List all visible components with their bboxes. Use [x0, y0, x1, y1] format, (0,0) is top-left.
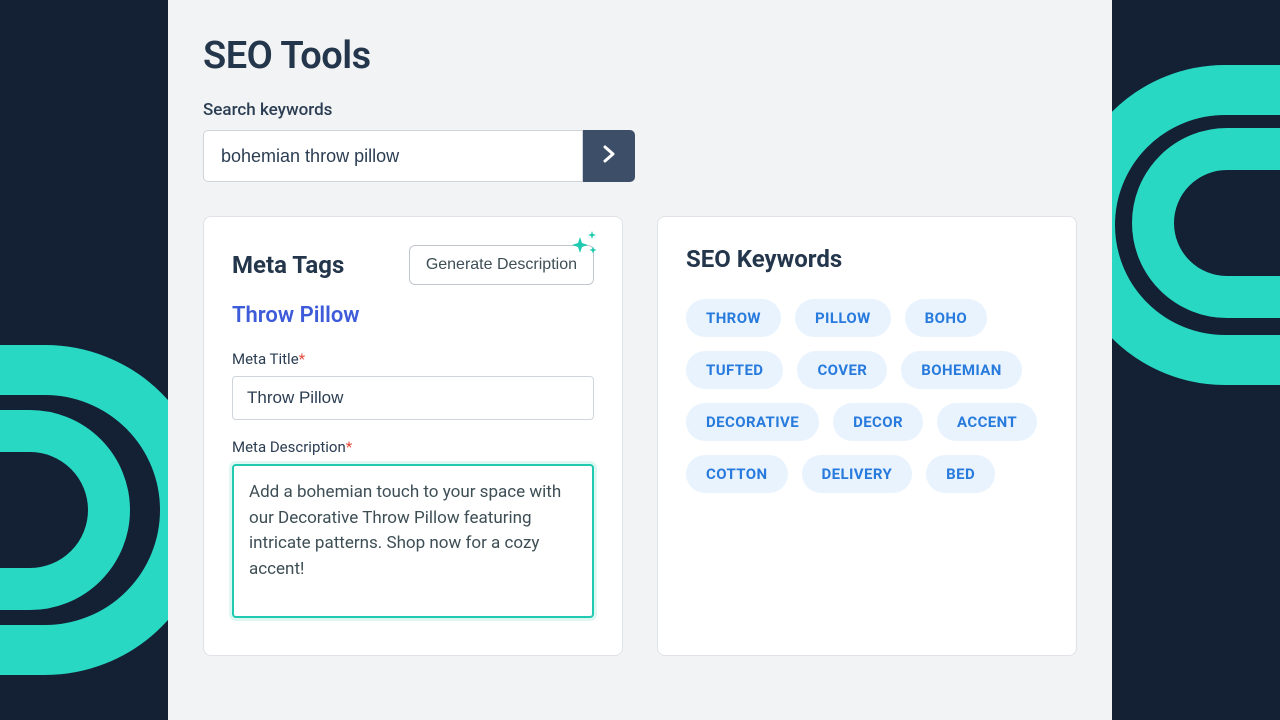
keyword-tag[interactable]: COVER: [797, 351, 887, 389]
required-asterisk: *: [299, 350, 305, 368]
page-title: SEO Tools: [203, 34, 1077, 78]
keyword-tag[interactable]: TUFTED: [686, 351, 783, 389]
search-input[interactable]: [203, 130, 583, 182]
meta-description-label: Meta Description*: [232, 438, 594, 456]
meta-subheading: Throw Pillow: [232, 303, 594, 328]
keyword-tag[interactable]: DELIVERY: [802, 455, 913, 493]
search-row: [203, 130, 635, 182]
keyword-list: THROWPILLOWBOHOTUFTEDCOVERBOHEMIANDECORA…: [686, 299, 1048, 493]
keyword-tag[interactable]: PILLOW: [795, 299, 891, 337]
keyword-tag[interactable]: DECORATIVE: [686, 403, 819, 441]
meta-tags-panel: Meta Tags Generate Description Throw Pil…: [203, 216, 623, 656]
seo-keywords-panel: SEO Keywords THROW PILLOW BOHO TUFTED COVER B…: [657, 216, 1077, 656]
generate-description-button[interactable]: Generate Description: [409, 245, 594, 285]
meta-description-textarea[interactable]: [232, 464, 594, 618]
keyword-tag[interactable]: BOHO: [905, 299, 987, 337]
search-label: Search keywords: [203, 100, 1077, 120]
search-submit-button[interactable]: [583, 130, 635, 182]
seo-heading: SEO Keywords: [686, 245, 1048, 273]
meta-title-label: Meta Title*: [232, 350, 594, 368]
chevron-right-icon: [602, 142, 616, 170]
keyword-tag[interactable]: DECOR: [833, 403, 923, 441]
keyword-tag[interactable]: BED: [926, 455, 995, 493]
keyword-tag[interactable]: BOHEMIAN: [901, 351, 1021, 389]
required-asterisk: *: [346, 438, 352, 456]
keyword-tag[interactable]: COTTON: [686, 455, 788, 493]
main-card: SEO Tools Search keywords Meta Tags: [168, 0, 1112, 720]
meta-heading: Meta Tags: [232, 251, 344, 279]
meta-title-input[interactable]: [232, 376, 594, 420]
keyword-tag[interactable]: THROW: [686, 299, 781, 337]
keyword-tag[interactable]: ACCENT: [937, 403, 1037, 441]
